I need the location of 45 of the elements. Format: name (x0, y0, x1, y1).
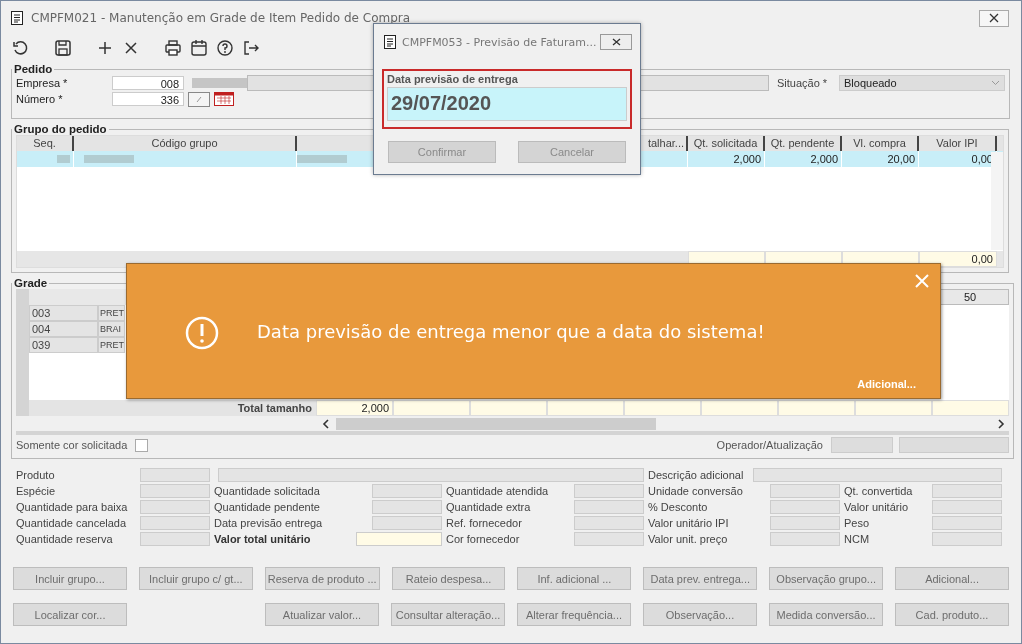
table-cell: 003 (29, 305, 98, 321)
total-cell: 2,000 (316, 400, 393, 416)
field-label: Cor fornecedor (446, 533, 520, 545)
table-cell: BRAI (98, 321, 125, 337)
table-cell: 2,000 (688, 151, 765, 167)
checkbox-label: Somente cor solicitada (16, 439, 128, 451)
table-cell: 2,000 (765, 151, 842, 167)
table-cell: 20,00 (842, 151, 919, 167)
field-label: Qt. convertida (844, 485, 913, 497)
field-label: Quantidade atendida (446, 485, 549, 497)
field-label: Valor unitário IPI (648, 517, 729, 529)
group-title: Pedido (13, 63, 54, 75)
field-label: Situação * (777, 77, 829, 89)
field-label: Valor unitário (844, 501, 908, 513)
field-label: Quantidade para baixa (16, 501, 128, 513)
field-label: Produto (16, 469, 55, 481)
group-title: Grade (13, 277, 49, 289)
field-label: Quantidade solicitada (214, 485, 320, 497)
dialog-title: CMPFM053 - Previsão de Faturam... (402, 35, 597, 49)
table-cell: PRET (98, 337, 125, 353)
field-label: Quantidade pendente (214, 501, 320, 513)
field-label: Quantidade reserva (16, 533, 113, 545)
table-cell: 039 (29, 337, 98, 353)
group-title: Grupo do pedido (13, 123, 108, 135)
field-label: Quantidade extra (446, 501, 531, 513)
window-title: CMPFM021 - Manutenção em Grade de Item Pedido de Compra (31, 11, 411, 25)
field-label: Espécie (16, 485, 56, 497)
field-label: % Desconto (648, 501, 708, 513)
field-label: Operador/Atualização (716, 439, 823, 451)
field-label: Valor unit. preço (648, 533, 728, 545)
total-label: Total tamanho (236, 401, 313, 416)
total-cell: 0,00 (919, 251, 997, 267)
table-cell: PRET (98, 305, 125, 321)
field-label: Empresa * (16, 77, 69, 89)
field-label: NCM (844, 533, 870, 545)
field-label: Unidade conversão (648, 485, 743, 497)
field-label: Valor total unitário (214, 533, 311, 545)
field-label: Peso (844, 517, 870, 529)
table-cell: 004 (29, 321, 98, 337)
field-label: Ref. fornecedor (446, 517, 522, 529)
field-label: Data previsão entrega (214, 517, 323, 529)
field-label: Quantidade cancelada (16, 517, 127, 529)
alert-message: Data previsão de entrega menor que a data do sistema! (257, 321, 765, 342)
field-label: Descrição adicional (648, 469, 744, 481)
field-label: Número * (16, 93, 64, 105)
